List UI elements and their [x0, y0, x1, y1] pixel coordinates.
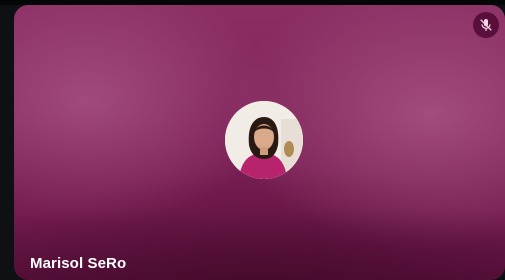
avatar	[225, 101, 303, 179]
mic-muted-badge	[473, 12, 499, 38]
participant-tile[interactable]: Marisol SeRo	[14, 5, 505, 280]
participant-name: Marisol SeRo	[30, 255, 127, 272]
avatar-photo	[225, 101, 303, 179]
video-call-stage: Marisol SeRo	[0, 0, 505, 280]
microphone-off-icon	[480, 19, 492, 31]
